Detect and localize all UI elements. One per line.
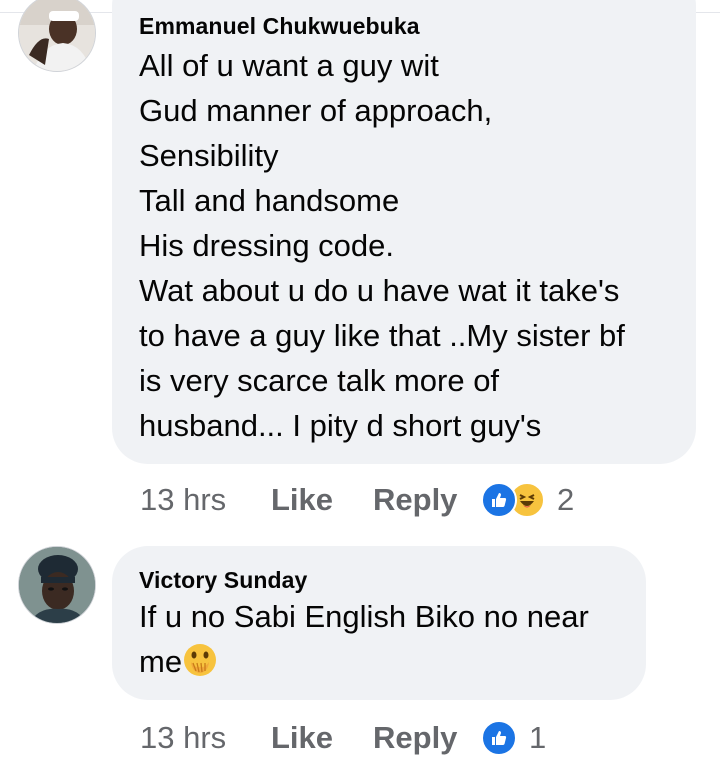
comment-text-line: is very scarce talk more of [139, 363, 500, 398]
reply-button[interactable]: Reply [373, 482, 481, 518]
reaction-count: 2 [557, 482, 575, 517]
comment-text-line: Tall and handsome [139, 183, 400, 218]
reply-button[interactable]: Reply [373, 720, 481, 756]
comment-bubble: Emmanuel Chukwuebuka All of u want a guy… [112, 0, 696, 464]
hand-over-mouth-emoji-icon [182, 642, 218, 678]
comment-text-line: me [139, 639, 618, 684]
like-icon [481, 482, 517, 518]
comment-bubble: Victory Sunday If u no Sabi English Biko… [112, 546, 646, 700]
comment-text: All of u want a guy wit Gud manner of ap… [139, 43, 668, 448]
comment-text-line: His dressing code. [139, 228, 395, 263]
reactions-summary[interactable]: 2 [481, 482, 574, 518]
timestamp[interactable]: 13 hrs [140, 482, 271, 518]
like-button[interactable]: Like [271, 482, 373, 518]
comment-actions: 13 hrs Like Reply 1 [140, 718, 546, 758]
comment-actions: 13 hrs Like Reply 2 [140, 480, 574, 520]
avatar-photo-icon [19, 547, 95, 623]
comment-text: If u no Sabi English Biko no near me [139, 594, 618, 684]
comment-text-line: Wat about u do u have wat it take's [139, 273, 620, 308]
comment-text-line: husband... I pity d short guy's [139, 408, 542, 443]
like-button[interactable]: Like [271, 720, 373, 756]
reactions-summary[interactable]: 1 [481, 720, 546, 756]
reaction-count: 1 [529, 720, 547, 755]
comment-text-line: Gud manner of approach, [139, 93, 493, 128]
comment-text-fragment: me [139, 644, 183, 679]
timestamp[interactable]: 13 hrs [140, 720, 271, 756]
comment-text-line: Sensibility [139, 138, 279, 173]
comment-author[interactable]: Victory Sunday [139, 566, 618, 594]
comment-text-line: All of u want a guy wit [139, 48, 439, 83]
comment-author[interactable]: Emmanuel Chukwuebuka [139, 12, 668, 40]
comment-text-line: If u no Sabi English Biko no near [139, 599, 589, 634]
like-icon [481, 720, 517, 756]
avatar[interactable] [18, 0, 96, 72]
avatar[interactable] [18, 546, 96, 624]
avatar-photo-icon [19, 0, 95, 71]
comment-text-line: to have a guy like that ..My sister bf [139, 318, 625, 353]
